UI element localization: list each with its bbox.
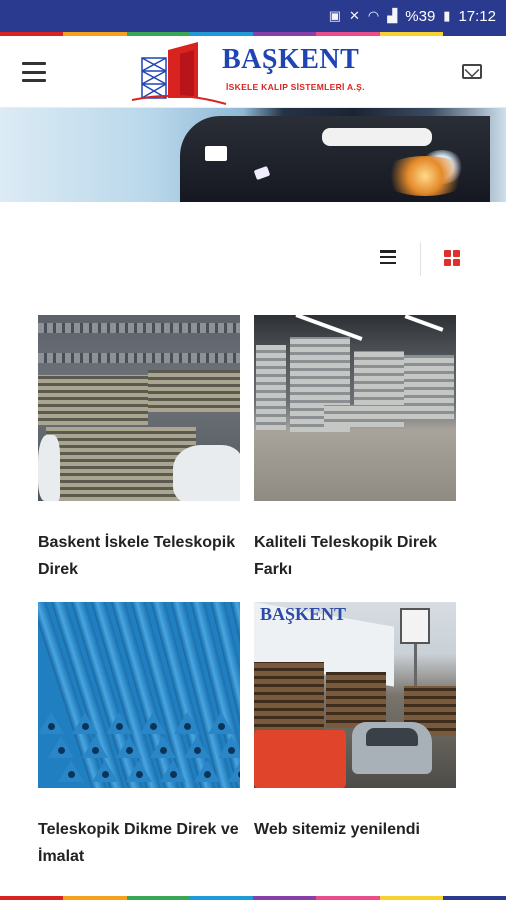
hamburger-menu-icon[interactable] bbox=[22, 62, 46, 82]
hero-banner bbox=[0, 108, 506, 202]
company-yard-photo[interactable]: BAŞKENT bbox=[254, 602, 456, 788]
plate-hole bbox=[58, 747, 65, 754]
plate-hole bbox=[48, 723, 55, 730]
accent-stripe-segment bbox=[126, 896, 190, 900]
plate-hole bbox=[184, 723, 191, 730]
status-bar: ▣ ✕ ◠ ▟ %39 ▮ 17:12 bbox=[0, 0, 506, 32]
building-logo-text: BAŞKENT bbox=[260, 604, 347, 624]
plate-hole bbox=[82, 723, 89, 730]
accent-stripe-segment bbox=[0, 896, 64, 900]
yard-sign bbox=[400, 608, 430, 644]
car-window bbox=[366, 728, 418, 746]
accent-stripe-bottom bbox=[0, 896, 506, 900]
accent-stripe-segment bbox=[442, 896, 506, 900]
blue-props-photo[interactable] bbox=[38, 602, 240, 788]
plate-hole bbox=[238, 771, 240, 778]
sim-icon: ▣ bbox=[328, 8, 342, 23]
plate-hole bbox=[160, 747, 167, 754]
post-title[interactable]: Kaliteli Teleskopik Direk Farkı bbox=[254, 529, 458, 583]
plate-hole bbox=[194, 747, 201, 754]
post-title[interactable]: Web sitemiz yenilendi bbox=[254, 816, 458, 843]
plate-hole bbox=[126, 747, 133, 754]
signal-icon: ▟ bbox=[387, 8, 398, 23]
plate-hole bbox=[228, 747, 235, 754]
app-header: BAŞKENT İSKELE KALIP SİSTEMLERİ A.Ş. bbox=[0, 36, 506, 108]
post-card[interactable]: Baskent İskele Teleskopik Direk bbox=[38, 315, 242, 583]
post-title[interactable]: Teleskopik Dikme Direk ve İmalat bbox=[38, 816, 242, 870]
warehouse-props-photo[interactable] bbox=[254, 315, 456, 501]
accent-stripe-segment bbox=[189, 896, 253, 900]
brand-tagline: İSKELE KALIP SİSTEMLERİ A.Ş. bbox=[226, 82, 365, 92]
post-card[interactable]: Teleskopik Dikme Direk ve İmalat bbox=[38, 602, 242, 870]
plate-hole bbox=[116, 723, 123, 730]
toggle-divider bbox=[420, 242, 421, 276]
accent-stripe-segment bbox=[379, 896, 443, 900]
clock: 17:12 bbox=[458, 7, 496, 25]
plate-hole bbox=[92, 747, 99, 754]
plate-hole bbox=[218, 723, 225, 730]
plate-hole bbox=[204, 771, 211, 778]
plate-hole bbox=[170, 771, 177, 778]
brand-name: BAŞKENT bbox=[222, 44, 360, 75]
post-title[interactable]: Baskent İskele Teleskopik Direk bbox=[38, 529, 278, 583]
mute-icon: ✕ bbox=[349, 8, 360, 23]
accent-stripe-segment bbox=[253, 896, 317, 900]
mail-icon[interactable] bbox=[462, 64, 482, 79]
forklift bbox=[254, 730, 346, 788]
plate-hole bbox=[68, 771, 75, 778]
battery-icon: ▮ bbox=[443, 8, 451, 23]
envelope-icon bbox=[205, 146, 227, 161]
shirt-sleeve bbox=[322, 128, 432, 146]
post-card[interactable]: Kaliteli Teleskopik Direk Farkı bbox=[254, 315, 458, 583]
accent-stripe-segment bbox=[63, 896, 127, 900]
plate-hole bbox=[150, 723, 157, 730]
scaffold-building-logo-icon bbox=[131, 42, 227, 105]
list-view-icon[interactable] bbox=[380, 250, 396, 264]
view-toggle bbox=[0, 242, 506, 276]
plate-hole bbox=[102, 771, 109, 778]
grid-view-icon[interactable] bbox=[444, 250, 460, 266]
battery-level: %39 bbox=[405, 7, 436, 25]
post-card[interactable]: BAŞKENT Web sitemiz yenilendi bbox=[254, 602, 458, 843]
brand-logo[interactable]: BAŞKENT İSKELE KALIP SİSTEMLERİ A.Ş. bbox=[128, 40, 390, 106]
sparkle-effect bbox=[380, 156, 470, 196]
wifi-icon: ◠ bbox=[367, 8, 380, 23]
accent-stripe-segment bbox=[316, 896, 380, 900]
stacked-scaffolding-photo[interactable] bbox=[38, 315, 240, 501]
plate-hole bbox=[136, 771, 143, 778]
